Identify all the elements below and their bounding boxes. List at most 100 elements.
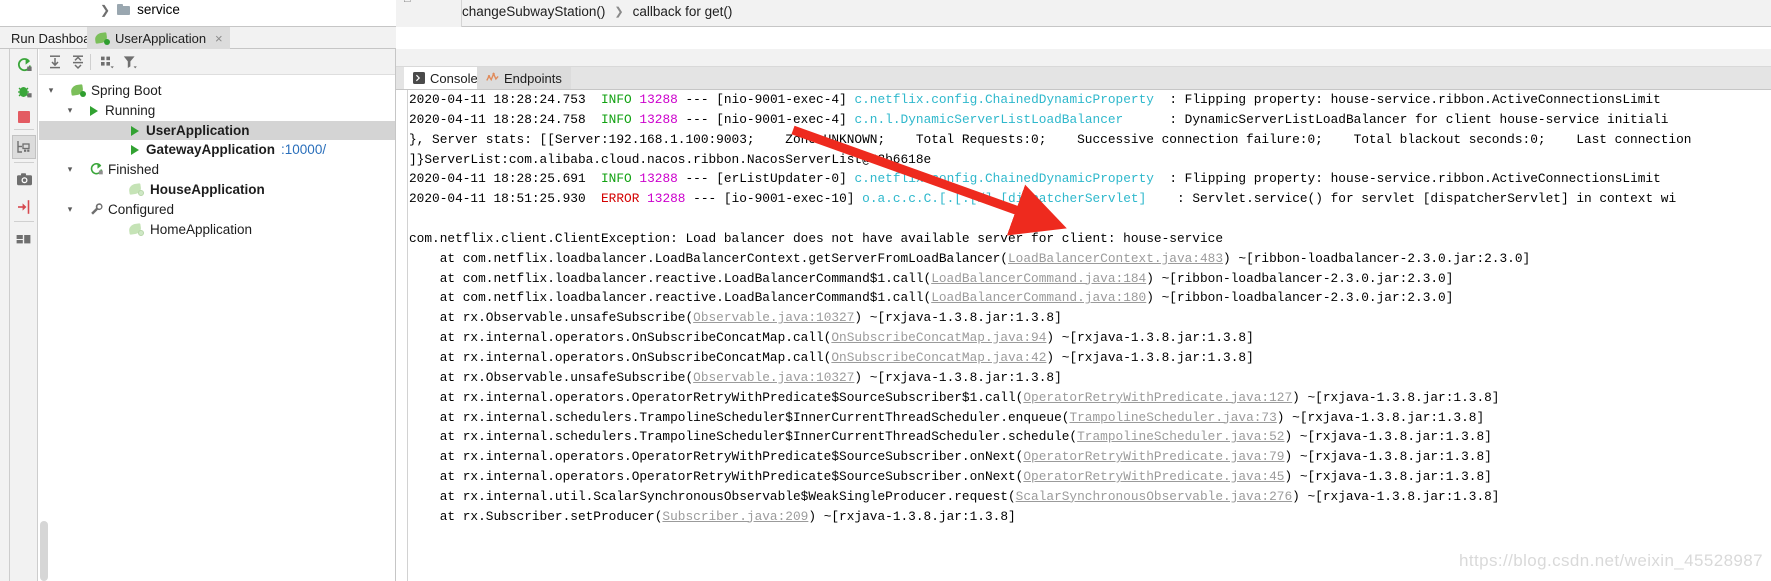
stacktrace-link[interactable]: TrampolineScheduler.java:73 bbox=[1069, 410, 1276, 425]
chevron-down-icon[interactable]: ▾ bbox=[64, 105, 76, 116]
close-icon[interactable]: × bbox=[215, 31, 223, 46]
stop-icon[interactable] bbox=[12, 105, 36, 129]
console-line: at rx.Subscriber.setProducer(Subscriber.… bbox=[409, 508, 1016, 524]
console-line: at rx.internal.operators.OperatorRetryWi… bbox=[409, 469, 1492, 485]
tree-scrollbar[interactable] bbox=[40, 521, 48, 581]
chevron-down-icon[interactable]: ▾ bbox=[64, 204, 76, 215]
export-icon[interactable] bbox=[12, 195, 36, 219]
tree-node-user-application[interactable]: UserApplication bbox=[39, 121, 395, 140]
tree-node-label: Finished bbox=[108, 162, 160, 177]
console-icon bbox=[413, 72, 425, 84]
console-line: }, Server stats: [[Server:192.168.1.100:… bbox=[409, 131, 1692, 147]
debug-icon[interactable] bbox=[12, 79, 36, 103]
rail-divider-2 bbox=[14, 162, 34, 163]
rail-divider-3 bbox=[14, 221, 34, 222]
rail-divider bbox=[14, 129, 34, 130]
stacktrace-link[interactable]: OnSubscribeConcatMap.java:42 bbox=[831, 350, 1046, 365]
tree-node-label: Configured bbox=[108, 202, 175, 217]
rerun-icon[interactable] bbox=[12, 53, 36, 77]
stacktrace-link[interactable]: OperatorRetryWithPredicate.java:45 bbox=[1023, 469, 1284, 484]
stacktrace-link[interactable]: OperatorRetryWithPredicate.java:79 bbox=[1023, 449, 1284, 464]
tree-node-label: HouseApplication bbox=[150, 182, 265, 197]
stacktrace-link[interactable]: TrampolineScheduler.java:52 bbox=[1077, 429, 1284, 444]
stacktrace-link[interactable]: LoadBalancerCommand.java:180 bbox=[931, 290, 1146, 305]
spring-boot-icon bbox=[94, 31, 110, 45]
tree-node-configured[interactable]: ▾ Configured bbox=[39, 200, 395, 219]
spring-boot-icon bbox=[70, 84, 86, 97]
project-node-label: service bbox=[137, 2, 180, 17]
breadcrumb: □ changeSubwayStation() ❯ callback for g… bbox=[396, 0, 1771, 27]
stacktrace-link[interactable]: ScalarSynchronousObservable.java:276 bbox=[1016, 489, 1292, 504]
tree-node-running[interactable]: ▾ Running bbox=[39, 101, 395, 120]
breadcrumb-item-0[interactable]: changeSubwayStation() bbox=[462, 4, 605, 19]
tree-node-label: HomeApplication bbox=[150, 222, 253, 237]
tree-node-label: GatewayApplication bbox=[146, 142, 276, 157]
chevron-down-icon[interactable]: ▾ bbox=[45, 85, 57, 96]
filter-icon[interactable] bbox=[119, 52, 140, 72]
stacktrace-link[interactable]: LoadBalancerCommand.java:184 bbox=[931, 271, 1146, 286]
endpoints-icon bbox=[486, 72, 499, 84]
tree-node-gateway-application[interactable]: GatewayApplication :10000/ bbox=[39, 140, 395, 159]
console-line: ]}ServerList:com.alibaba.cloud.nacos.rib… bbox=[409, 151, 932, 167]
console-line: at rx.Observable.unsafeSubscribe(Observa… bbox=[409, 310, 1062, 326]
tree-node-home-application[interactable]: HomeApplication bbox=[39, 220, 395, 239]
spring-boot-pale-icon bbox=[128, 223, 144, 236]
project-node-service[interactable]: ❯ service bbox=[100, 2, 180, 17]
collapse-all-icon[interactable] bbox=[67, 52, 88, 72]
toolbar-divider bbox=[90, 54, 91, 70]
console-line: at com.netflix.loadbalancer.reactive.Loa… bbox=[409, 270, 1454, 286]
breadcrumb-separator-icon: ❯ bbox=[614, 6, 624, 18]
console-line: 2020-04-11 18:28:24.758 INFO 13288 --- [… bbox=[409, 111, 1669, 127]
stacktrace-link[interactable]: OnSubscribeConcatMap.java:94 bbox=[831, 330, 1046, 345]
stacktrace-link[interactable]: Observable.java:10327 bbox=[693, 370, 854, 385]
breadcrumb-item-1[interactable]: callback for get() bbox=[633, 4, 733, 19]
console-output[interactable]: 2020-04-11 18:28:24.753 INFO 13288 --- [… bbox=[396, 89, 1771, 581]
expand-all-icon[interactable] bbox=[44, 52, 65, 72]
layout-icon[interactable] bbox=[12, 227, 36, 251]
tree-node-finished[interactable]: ▾ Finished bbox=[39, 160, 395, 179]
console-line: at rx.internal.operators.OnSubscribeConc… bbox=[409, 349, 1254, 365]
watermark: https://blog.csdn.net/weixin_45528987 bbox=[1458, 551, 1763, 570]
spring-boot-pale-icon bbox=[128, 183, 144, 196]
tree-node-house-application[interactable]: HouseApplication bbox=[39, 180, 395, 199]
tab-endpoints[interactable]: Endpoints bbox=[477, 67, 571, 89]
stacktrace-link[interactable]: LoadBalancerContext.java:483 bbox=[1008, 251, 1223, 266]
console-top-strip bbox=[396, 49, 1771, 67]
rerun-icon bbox=[89, 162, 104, 177]
tree-node-label: Spring Boot bbox=[91, 83, 162, 98]
tree-node-spring-boot[interactable]: ▾ Spring Boot bbox=[39, 81, 395, 100]
console-line: at rx.internal.operators.OperatorRetryWi… bbox=[409, 389, 1500, 405]
partial-tab-icon: □ bbox=[404, 0, 411, 5]
run-icon bbox=[131, 144, 139, 155]
run-toolbar bbox=[10, 49, 38, 581]
tab-label: UserApplication bbox=[115, 30, 207, 46]
chevron-down-icon[interactable]: ▾ bbox=[64, 164, 76, 175]
run-dashboard-tree: ▾ Spring Boot ▾ Running UserApplication bbox=[39, 75, 395, 581]
run-icon bbox=[131, 125, 139, 136]
tree-node-port[interactable]: :10000/ bbox=[281, 142, 326, 157]
tree-node-label: Running bbox=[105, 103, 156, 118]
console-gutter bbox=[396, 90, 408, 581]
console-line: at com.netflix.loadbalancer.reactive.Loa… bbox=[409, 290, 1454, 306]
show-services-tree-icon[interactable] bbox=[12, 135, 36, 159]
console-line: at com.netflix.loadbalancer.LoadBalancer… bbox=[409, 250, 1531, 266]
stacktrace-link[interactable]: Observable.java:10327 bbox=[693, 310, 854, 325]
console-pane: Console Endpoints 2020-04-11 18:28:24.75… bbox=[396, 49, 1771, 581]
stacktrace-link[interactable]: Subscriber.java:209 bbox=[662, 509, 808, 524]
tab-user-application[interactable]: UserApplication × bbox=[87, 27, 230, 49]
wrench-icon bbox=[89, 202, 104, 217]
window-edge-rail bbox=[0, 49, 10, 581]
stacktrace-link[interactable]: OperatorRetryWithPredicate.java:127 bbox=[1023, 390, 1292, 405]
tab-label: Endpoints bbox=[504, 70, 562, 86]
group-by-icon[interactable] bbox=[96, 52, 117, 72]
console-line: com.netflix.client.ClientException: Load… bbox=[409, 230, 1224, 246]
console-line: at rx.internal.util.ScalarSynchronousObs… bbox=[409, 488, 1500, 504]
tab-console[interactable]: Console bbox=[404, 67, 487, 89]
chevron-right-icon: ❯ bbox=[100, 2, 111, 17]
console-log-text: 2020-04-11 18:28:24.753 INFO 13288 --- [… bbox=[409, 90, 1771, 581]
breadcrumb-left-gap: □ bbox=[396, 0, 462, 27]
console-tabbar: Console Endpoints bbox=[396, 67, 1771, 89]
camera-icon[interactable] bbox=[12, 167, 36, 191]
console-line: at rx.internal.schedulers.TrampolineSche… bbox=[409, 409, 1485, 425]
